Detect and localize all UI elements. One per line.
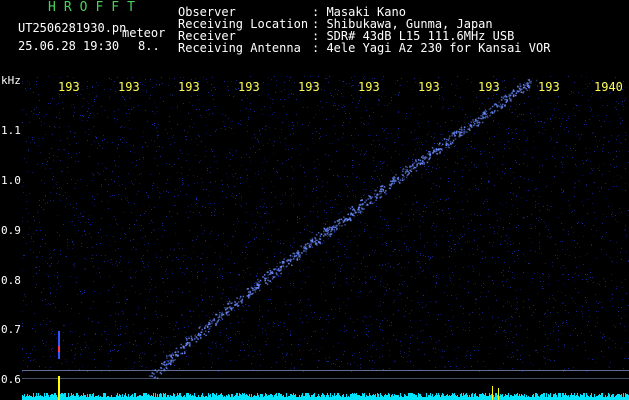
x-tick-label: 193 [298, 80, 320, 94]
y-tick-label: 0.6 [1, 373, 21, 386]
meteor-trail [149, 79, 538, 379]
header-panel: HROFFT UT2506281930.pn meteor 25.06.28 1… [0, 0, 629, 76]
time-marker [492, 386, 493, 400]
x-tick-label: 193 [538, 80, 560, 94]
x-tick-label: 193 [178, 80, 200, 94]
x-tick-label: 193 [418, 80, 440, 94]
y-tick-label: 0.9 [1, 224, 21, 237]
baseline-signal [22, 393, 629, 400]
y-tick-label: 0.8 [1, 274, 21, 287]
x-tick-label: 193 [478, 80, 500, 94]
x-tick-label: 193 [238, 80, 260, 94]
mode-label: meteor [122, 26, 166, 40]
x-tick-label: 193 [118, 80, 140, 94]
reference-line [22, 370, 629, 371]
noise-layer [22, 76, 629, 372]
count-value: 8.. [138, 39, 160, 53]
date-time: 25.06.28 19:30 [18, 39, 120, 53]
spectrogram-plot [22, 76, 629, 400]
program-title: HROFFT [48, 0, 143, 15]
antenna-label: Receiving Antenna [178, 41, 301, 55]
time-marker [58, 376, 60, 400]
time-marker [498, 388, 499, 400]
x-tick-label: 193 [358, 80, 380, 94]
spectrogram-canvas [22, 76, 629, 400]
y-tick-label: 1.1 [1, 124, 21, 137]
file-name: UT2506281930.pn [18, 21, 127, 35]
y-axis-unit: kHz [1, 74, 21, 87]
antenna-value: : 4ele Yagi Az 230 for Kansai VOR [312, 41, 551, 55]
signal-blip [58, 331, 60, 359]
x-tick-label: 193 [58, 80, 80, 94]
reference-line [22, 378, 629, 379]
x-tick-label: 1940 [594, 80, 623, 94]
y-tick-label: 0.7 [1, 323, 21, 336]
signal-blip-core [58, 346, 60, 352]
y-tick-label: 1.0 [1, 174, 21, 187]
